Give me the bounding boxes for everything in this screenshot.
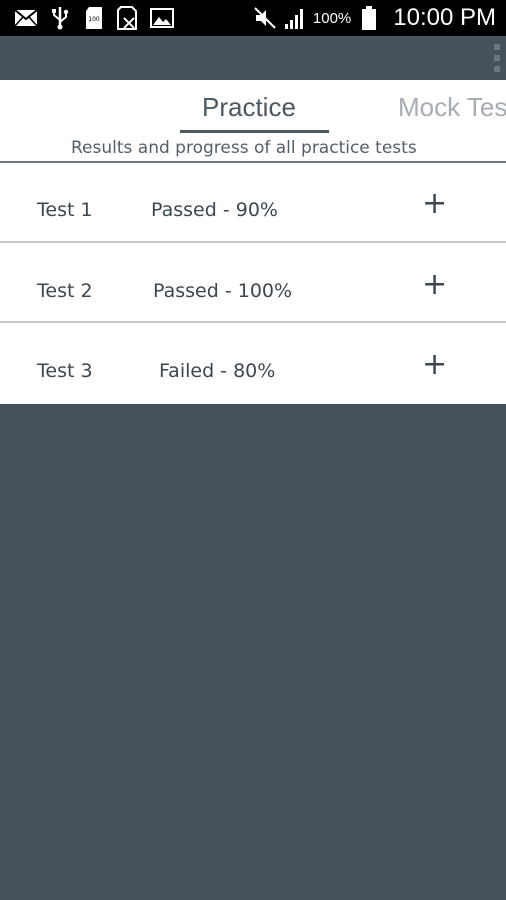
tab-mock-test[interactable]: Mock Tes — [398, 92, 506, 123]
test-status: Failed - 80% — [159, 360, 276, 382]
test-row[interactable]: Test 2 Passed - 100% + — [0, 243, 506, 323]
svg-text:100: 100 — [88, 16, 100, 23]
results-subtitle: Results and progress of all practice tes… — [71, 138, 417, 158]
results-panel: Practice Mock Tes Results and progress o… — [0, 80, 506, 404]
signal-icon — [283, 6, 307, 30]
clock: 10:00 PM — [393, 4, 496, 31]
expand-plus-icon[interactable]: + — [422, 189, 447, 219]
expand-plus-icon[interactable]: + — [422, 350, 447, 380]
tab-bar: Practice Mock Tes — [0, 80, 506, 136]
battery-icon — [357, 6, 381, 30]
test-row[interactable]: Test 1 Passed - 90% + — [0, 163, 506, 243]
test-status: Passed - 100% — [153, 280, 293, 302]
test-row[interactable]: Test 3 Failed - 80% + — [0, 323, 506, 403]
status-bar-system: 100% 10:00 PM — [253, 4, 496, 32]
overflow-menu-icon[interactable] — [494, 44, 502, 72]
active-tab-indicator — [180, 130, 329, 133]
test-name: Test 2 — [37, 280, 93, 302]
app-bar — [0, 36, 506, 80]
expand-plus-icon[interactable]: + — [422, 270, 447, 300]
test-status: Passed - 90% — [151, 199, 278, 221]
image-icon — [150, 6, 174, 30]
mail-icon — [14, 6, 38, 30]
test-name: Test 1 — [37, 199, 93, 221]
mute-icon — [253, 6, 277, 30]
status-bar-notifications: 100 — [14, 6, 174, 30]
usb-icon — [48, 6, 72, 30]
no-sim-icon — [116, 6, 140, 30]
sd-card-icon: 100 — [82, 6, 106, 30]
test-name: Test 3 — [37, 360, 93, 382]
tab-practice[interactable]: Practice — [202, 92, 296, 123]
status-bar: 100 100% 10:00 PM — [0, 0, 506, 36]
battery-percent: 100% — [312, 9, 352, 27]
